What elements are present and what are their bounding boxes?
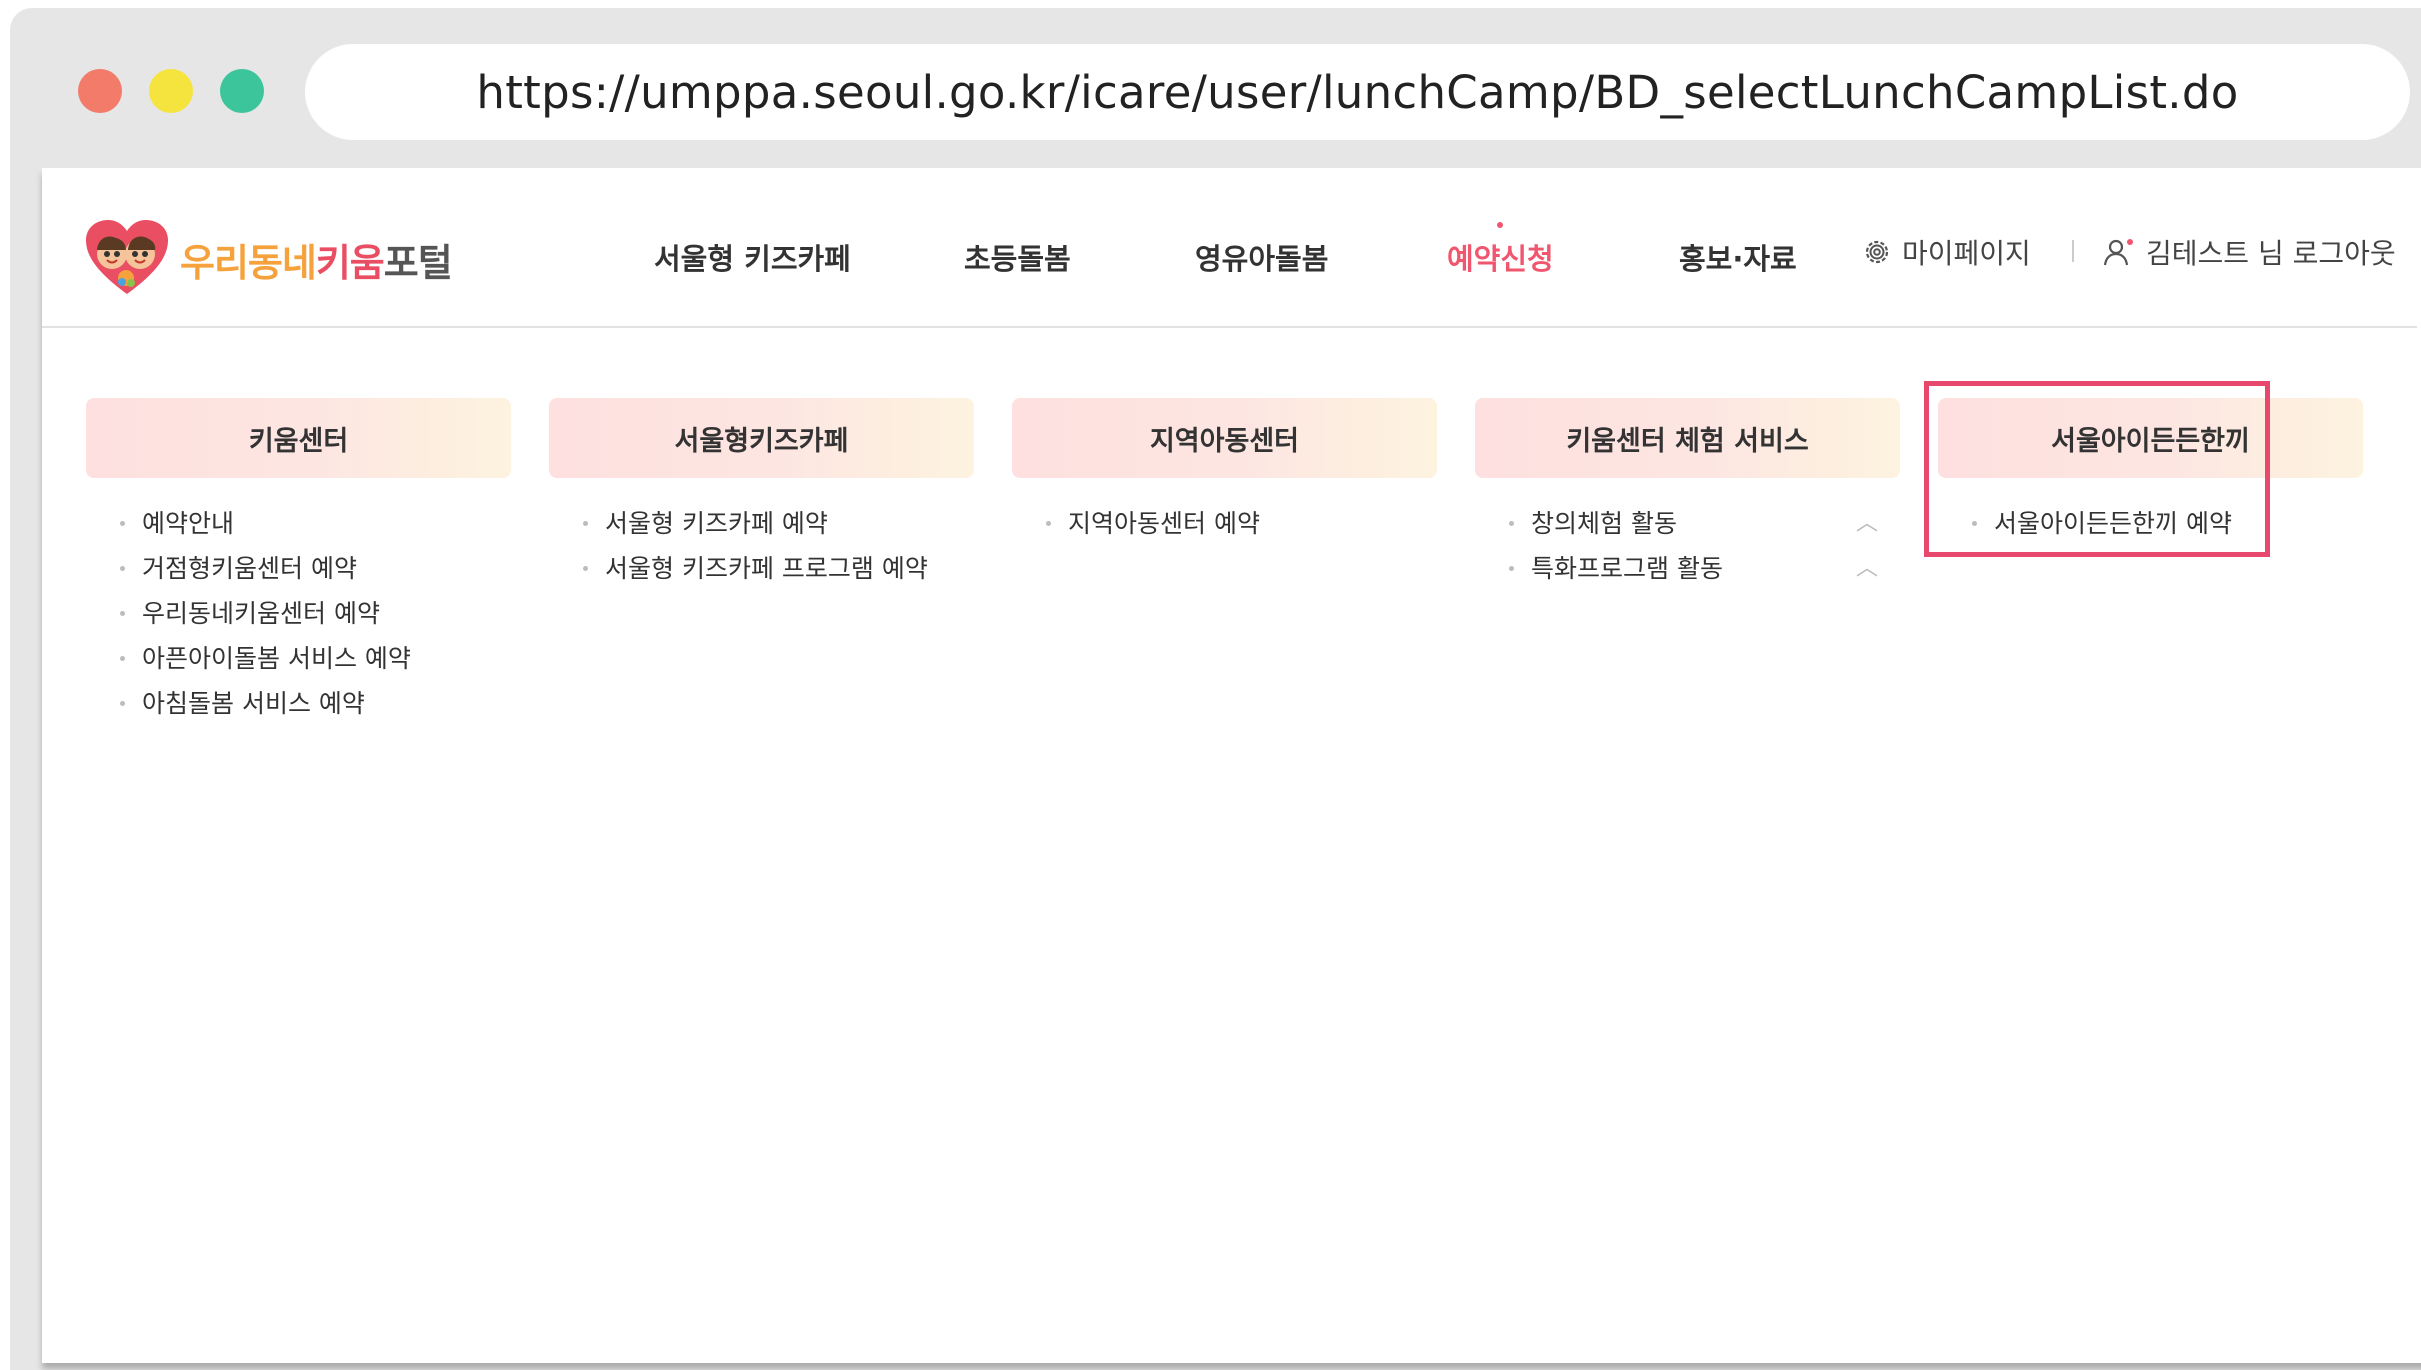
menu-item[interactable]: 아침돌봄 서비스 예약 [116, 681, 511, 726]
menu-heading[interactable]: 지역아동센터 [1012, 398, 1437, 478]
menu-item[interactable]: 우리동네키움센터 예약 [116, 591, 511, 636]
menu-heading[interactable]: 서울형키즈카페 [549, 398, 974, 478]
menu-item[interactable]: 예약안내 [116, 501, 511, 546]
user-icon [2103, 239, 2133, 266]
menu-item-label: 특화프로그램 활동 [1531, 554, 1723, 583]
logo-title-part1: 우리동네 [180, 240, 317, 285]
user-logout-link[interactable]: 김테스트 님 로그아웃 [2102, 232, 2396, 272]
active-dot [1497, 222, 1504, 228]
nav-reservation[interactable]: 예약신청 [1447, 222, 1554, 278]
chevron-up-icon[interactable]: ︿ [1856, 501, 1878, 546]
web-page: 우리동네키움포털 서울형 키즈카페 초등돌봄 영유아돌봄 예약신청 홍보·자료 … [42, 168, 2421, 1363]
browser-window: https://umppa.seoul.go.kr/icare/user/lun… [10, 8, 2421, 1370]
logo-title-part2: 키움 [315, 240, 385, 285]
nav-kids-cafe[interactable]: 서울형 키즈카페 [654, 236, 851, 278]
menu-list: 서울형 키즈카페 예약 서울형 키즈카페 프로그램 예약 [549, 501, 974, 591]
logo-title-part3: 포털 [383, 240, 453, 285]
nav-reservation-label: 예약신청 [1447, 242, 1554, 276]
site-logo[interactable]: 우리동네키움포털 [84, 214, 453, 304]
url-text: https://umppa.seoul.go.kr/icare/user/lun… [476, 65, 2239, 119]
menu-item-label: 창의체험 활동 [1531, 509, 1677, 538]
menu-item[interactable]: 지역아동센터 예약 [1042, 501, 1437, 546]
maximize-window-button[interactable] [220, 69, 264, 113]
menu-heading[interactable]: 키움센터 체험 서비스 [1475, 398, 1900, 478]
menu-item[interactable]: 아픈아이돌봄 서비스 예약 [116, 636, 511, 681]
mypage-link[interactable]: 마이페이지 [1862, 232, 2031, 272]
menu-column-kium-center: 키움센터 예약안내 거점형키움센터 예약 우리동네키움센터 예약 아픈아이돌봄 … [86, 398, 511, 726]
menu-item[interactable]: 특화프로그램 활동 ︿ [1505, 546, 1900, 591]
menu-list: 예약안내 거점형키움센터 예약 우리동네키움센터 예약 아픈아이돌봄 서비스 예… [86, 501, 511, 726]
mypage-label: 마이페이지 [1902, 237, 2031, 270]
header-divider [2072, 240, 2074, 262]
logo-title: 우리동네키움포털 [180, 232, 453, 287]
close-window-button[interactable] [78, 69, 122, 113]
menu-column-kids-cafe: 서울형키즈카페 서울형 키즈카페 예약 서울형 키즈카페 프로그램 예약 [549, 398, 974, 591]
menu-column-local-children-center: 지역아동센터 지역아동센터 예약 [1012, 398, 1437, 546]
nav-promotion[interactable]: 홍보·자료 [1679, 236, 1797, 278]
nav-infant-care[interactable]: 영유아돌봄 [1195, 236, 1328, 278]
nav-elementary-care[interactable]: 초등돌봄 [964, 236, 1071, 278]
address-bar[interactable]: https://umppa.seoul.go.kr/icare/user/lun… [305, 44, 2410, 140]
gear-icon [1865, 240, 1889, 264]
menu-item[interactable]: 창의체험 활동 ︿ [1505, 501, 1900, 546]
minimize-window-button[interactable] [149, 69, 193, 113]
menu-heading[interactable]: 키움센터 [86, 398, 511, 478]
menu-list: 창의체험 활동 ︿ 특화프로그램 활동 ︿ [1475, 501, 1900, 591]
kids-heart-logo-icon [86, 220, 168, 294]
menu-item[interactable]: 서울형 키즈카페 프로그램 예약 [579, 546, 974, 591]
chevron-up-icon[interactable]: ︿ [1856, 546, 1878, 591]
highlight-box [1924, 381, 2270, 557]
menu-item[interactable]: 서울형 키즈카페 예약 [579, 501, 974, 546]
menu-column-experience-service: 키움센터 체험 서비스 창의체험 활동 ︿ 특화프로그램 활동 ︿ [1475, 398, 1900, 591]
menu-list: 지역아동센터 예약 [1012, 501, 1437, 546]
site-header: 우리동네키움포털 서울형 키즈카페 초등돌봄 영유아돌봄 예약신청 홍보·자료 … [42, 168, 2417, 328]
menu-item[interactable]: 거점형키움센터 예약 [116, 546, 511, 591]
user-logout-label: 김테스트 님 로그아웃 [2146, 237, 2396, 270]
